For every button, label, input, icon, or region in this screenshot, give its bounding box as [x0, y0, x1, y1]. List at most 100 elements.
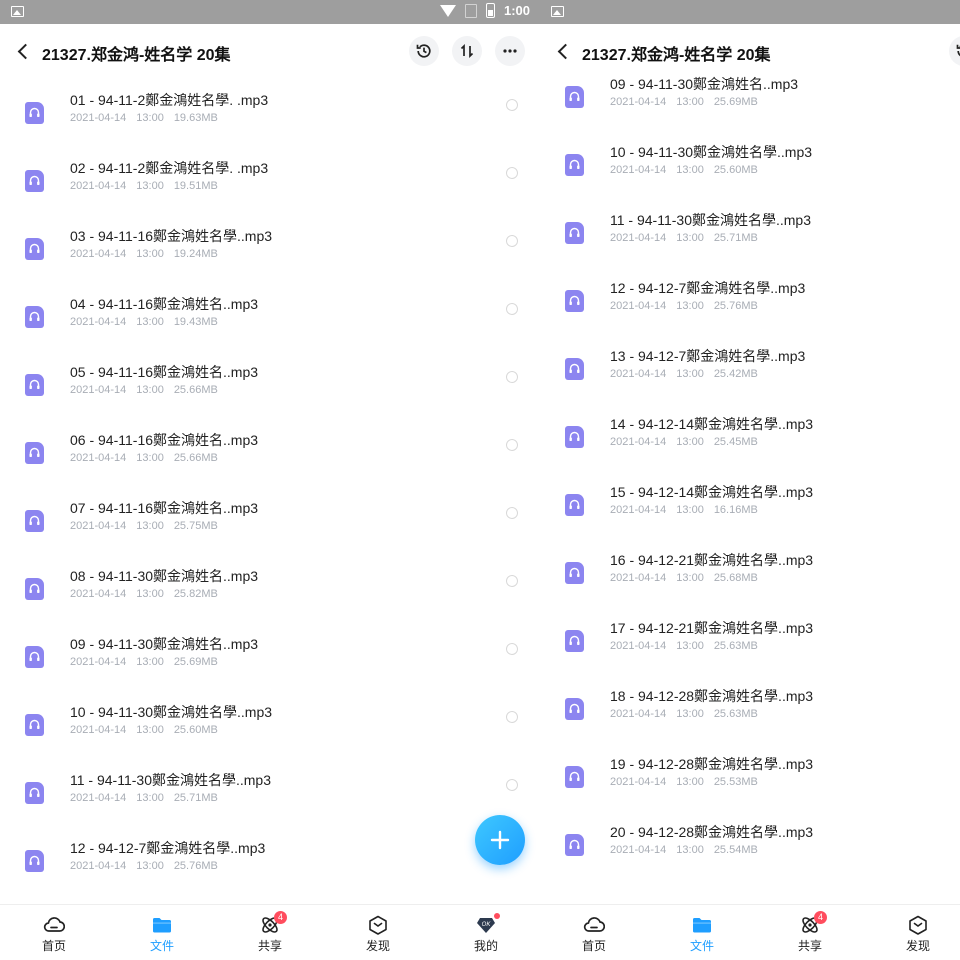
file-row[interactable]: 04 - 94-11-16鄭金鴻姓名..mp3 2021-04-14 13:00 19…: [0, 296, 540, 364]
file-row[interactable]: 08 - 94-11-30鄭金鴻姓名..mp3 2021-04-14 13:00 25…: [0, 568, 540, 636]
audio-file-icon: [565, 290, 584, 312]
audio-file-icon: [565, 766, 584, 788]
file-meta: 2021-04-14 13:00 19.51MB: [70, 180, 228, 192]
file-time: 13:00: [676, 640, 704, 652]
add-button[interactable]: [475, 815, 525, 865]
share-atom-icon: [780, 915, 840, 935]
file-time: 13:00: [136, 792, 164, 804]
tab-cloud-home[interactable]: 首页: [24, 915, 84, 959]
file-row[interactable]: 12 - 94-12-7鄭金鴻姓名學..mp3 2021-04-14 13:00 25…: [540, 280, 960, 348]
file-time: 13:00: [676, 844, 704, 856]
file-row[interactable]: 10 - 94-11-30鄭金鴻姓名學..mp3 2021-04-14 13:00 2…: [0, 704, 540, 772]
file-size: 25.75MB: [173, 520, 218, 532]
file-size: 25.76MB: [173, 860, 218, 872]
select-checkbox[interactable]: [506, 167, 518, 179]
file-row[interactable]: 03 - 94-11-16鄭金鴻姓名學..mp3 2021-04-14 13:00 1…: [0, 228, 540, 296]
file-date: 2021-04-14: [610, 164, 667, 176]
file-row[interactable]: 05 - 94-11-16鄭金鴻姓名..mp3 2021-04-14 13:00 25…: [0, 364, 540, 432]
file-row[interactable]: 07 - 94-11-16鄭金鴻姓名..mp3 2021-04-14 13:00 25…: [0, 500, 540, 568]
folder-icon: [132, 915, 192, 935]
file-row[interactable]: 20 - 94-12-28鄭金鴻姓名學..mp3 2021-04-14 13:00 2…: [540, 824, 960, 892]
sort-button[interactable]: [452, 36, 482, 66]
file-row[interactable]: 18 - 94-12-28鄭金鴻姓名學..mp3 2021-04-14 13:00 2…: [540, 688, 960, 756]
wifi-icon: [439, 4, 456, 17]
new-dot: [494, 913, 500, 919]
tab-discover-cube[interactable]: 发现: [888, 915, 948, 959]
file-row[interactable]: 09 - 94-11-30鄭金鴻姓名..mp3 2021-04-14 13:00 25…: [540, 76, 960, 144]
file-name: 12 - 94-12-7鄭金鴻姓名學..mp3: [610, 280, 806, 296]
tab-discover-cube[interactable]: 发现: [348, 915, 408, 959]
file-time: 13:00: [676, 164, 704, 176]
file-meta: 2021-04-14 13:00 25.76MB: [70, 860, 228, 872]
file-row[interactable]: 14 - 94-12-14鄭金鴻姓名學..mp3 2021-04-14 13:00 2…: [540, 416, 960, 484]
file-row[interactable]: 13 - 94-12-7鄭金鴻姓名學..mp3 2021-04-14 13:00 25…: [540, 348, 960, 416]
select-checkbox[interactable]: [506, 779, 518, 791]
gallery-notification-icon: [11, 6, 24, 17]
file-size: 25.71MB: [173, 792, 218, 804]
back-button[interactable]: [552, 39, 576, 63]
file-meta: 2021-04-14 13:00 25.71MB: [610, 232, 768, 244]
tab-profile-gem[interactable]: OK 我的: [456, 913, 516, 959]
tab-folder[interactable]: 文件: [672, 915, 732, 959]
select-checkbox[interactable]: [506, 99, 518, 111]
file-name: 10 - 94-11-30鄭金鴻姓名學..mp3: [70, 704, 273, 720]
audio-file-icon: [25, 578, 44, 600]
file-name: 09 - 94-11-30鄭金鴻姓名..mp3: [70, 636, 259, 652]
select-checkbox[interactable]: [506, 439, 518, 451]
file-size: 25.69MB: [173, 656, 218, 668]
select-checkbox[interactable]: [506, 507, 518, 519]
file-date: 2021-04-14: [70, 180, 127, 192]
select-checkbox[interactable]: [506, 643, 518, 655]
select-checkbox[interactable]: [506, 711, 518, 723]
file-row[interactable]: 11 - 94-11-30鄭金鴻姓名學..mp3 2021-04-14 13:00 2…: [0, 772, 540, 840]
discover-cube-icon: [888, 915, 948, 935]
tab-label: 首页: [41, 939, 66, 953]
select-checkbox[interactable]: [506, 235, 518, 247]
file-row[interactable]: 11 - 94-11-30鄭金鴻姓名學..mp3 2021-04-14 13:00 2…: [540, 212, 960, 280]
file-row[interactable]: 02 - 94-11-2鄭金鴻姓名學. .mp3 2021-04-14 13:00 1…: [0, 160, 540, 228]
file-row[interactable]: 19 - 94-12-28鄭金鴻姓名學..mp3 2021-04-14 13:00 2…: [540, 756, 960, 824]
audio-file-icon: [565, 222, 584, 244]
file-date: 2021-04-14: [70, 656, 127, 668]
file-meta: 2021-04-14 13:00 25.60MB: [70, 724, 228, 736]
share-atom-icon: [240, 915, 300, 935]
history-icon: [416, 44, 431, 58]
tab-share-atom[interactable]: 共享 4: [240, 911, 300, 959]
file-row[interactable]: 12 - 94-12-7鄭金鴻姓名學..mp3 2021-04-14 13:00 25…: [0, 840, 540, 908]
file-row[interactable]: 09 - 94-11-30鄭金鴻姓名..mp3 2021-04-14 13:00 25…: [0, 636, 540, 704]
file-row[interactable]: 01 - 94-11-2鄭金鴻姓名學. .mp3 2021-04-14 13:00 1…: [0, 92, 540, 160]
file-row[interactable]: 17 - 94-12-21鄭金鴻姓名學..mp3 2021-04-14 13:00 2…: [540, 620, 960, 688]
file-meta: 2021-04-14 13:00 25.68MB: [610, 572, 768, 584]
tab-share-atom[interactable]: 共享 4: [780, 911, 840, 959]
file-size: 25.54MB: [713, 844, 758, 856]
cloud-home-icon: [564, 915, 624, 935]
file-row[interactable]: 06 - 94-11-16鄭金鴻姓名..mp3 2021-04-14 13:00 25…: [0, 432, 540, 500]
file-row[interactable]: 15 - 94-12-14鄭金鴻姓名學..mp3 2021-04-14 13:00 1…: [540, 484, 960, 552]
select-checkbox[interactable]: [506, 575, 518, 587]
status-bar: 1:00: [0, 0, 540, 24]
file-date: 2021-04-14: [70, 112, 127, 124]
tab-folder[interactable]: 文件: [132, 915, 192, 959]
file-name: 04 - 94-11-16鄭金鴻姓名..mp3: [70, 296, 259, 312]
file-name: 06 - 94-11-16鄭金鴻姓名..mp3: [70, 432, 259, 448]
file-time: 13:00: [676, 572, 704, 584]
history-button[interactable]: [949, 36, 960, 66]
file-row[interactable]: 10 - 94-11-30鄭金鴻姓名學..mp3 2021-04-14 13:00 2…: [540, 144, 960, 212]
select-checkbox[interactable]: [506, 303, 518, 315]
file-meta: 2021-04-14 13:00 25.45MB: [610, 436, 768, 448]
audio-file-icon: [565, 86, 584, 108]
more-button[interactable]: [495, 36, 525, 66]
file-meta: 2021-04-14 13:00 19.43MB: [70, 316, 228, 328]
file-meta: 2021-04-14 13:00 25.76MB: [610, 300, 768, 312]
file-time: 13:00: [136, 112, 164, 124]
back-button[interactable]: [12, 39, 36, 63]
audio-file-icon: [565, 426, 584, 448]
folder-icon: [672, 915, 732, 935]
tab-label: 发现: [365, 939, 390, 953]
file-name: 09 - 94-11-30鄭金鴻姓名..mp3: [610, 76, 799, 92]
file-time: 13:00: [136, 248, 164, 260]
file-row[interactable]: 16 - 94-12-21鄭金鴻姓名學..mp3 2021-04-14 13:00 2…: [540, 552, 960, 620]
history-button[interactable]: [409, 36, 439, 66]
select-checkbox[interactable]: [506, 371, 518, 383]
tab-cloud-home[interactable]: 首页: [564, 915, 624, 959]
